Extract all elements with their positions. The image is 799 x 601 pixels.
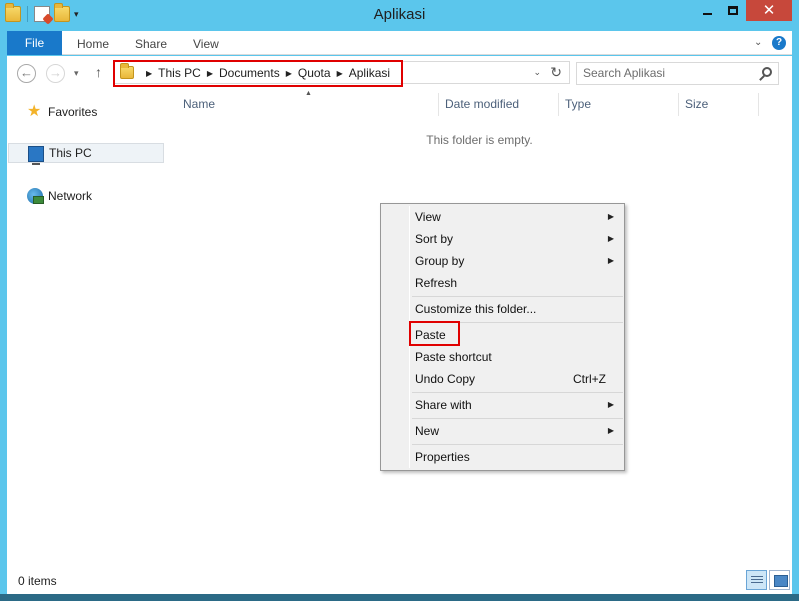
menu-item-label: Customize this folder... [415, 302, 537, 316]
computer-icon [28, 145, 44, 165]
column-headers: ▲ Name Date modified Type Size [167, 90, 759, 116]
menu-item-label: Undo Copy [415, 372, 476, 386]
menu-item-sort-by[interactable]: Sort by ▶ [411, 228, 624, 250]
window-title: Aplikasi [373, 6, 426, 23]
menu-item-label: Group by [415, 254, 465, 268]
column-header-name[interactable]: Name [177, 93, 439, 116]
menu-item-view[interactable]: View ▶ [411, 206, 624, 228]
forward-button[interactable]: → [46, 64, 65, 83]
search-input[interactable] [583, 66, 753, 80]
column-header-size[interactable]: Size [679, 93, 759, 116]
search-icon[interactable] [762, 67, 772, 77]
menu-item-properties[interactable]: Properties [411, 446, 624, 468]
close-icon: ✕ [762, 2, 776, 19]
menu-item-label: Sort by [415, 232, 454, 246]
window-controls: ✕ [694, 0, 792, 21]
submenu-arrow-icon: ▶ [607, 234, 614, 243]
nav-item-favorites[interactable]: ★ Favorites [8, 102, 164, 122]
status-bar: 0 items [7, 566, 792, 594]
menu-item-refresh[interactable]: Refresh [411, 272, 624, 294]
menu-separator [412, 444, 623, 445]
submenu-arrow-icon: ▶ [607, 426, 614, 435]
menu-item-paste-shortcut[interactable]: Paste shortcut [411, 346, 624, 368]
view-switcher [746, 570, 790, 590]
menu-item-group-by[interactable]: Group by ▶ [411, 250, 624, 272]
navigation-pane: ★ Favorites This PC Network [7, 90, 167, 566]
menu-item-label: Properties [415, 450, 470, 464]
tab-file[interactable]: File [7, 31, 62, 55]
menu-item-undo-copy[interactable]: Undo Copy Ctrl+Z [411, 368, 624, 390]
menu-item-customize-folder[interactable]: Customize this folder... [411, 298, 624, 320]
menu-item-label: Refresh [415, 276, 458, 290]
close-button[interactable]: ✕ [746, 0, 792, 21]
menu-separator [412, 296, 623, 297]
ribbon-controls: ⌄ ? [754, 36, 786, 50]
nav-item-this-pc[interactable]: This PC [8, 143, 164, 165]
network-icon [27, 188, 44, 204]
ribbon-tabs: File Home Share View ⌄ ? [7, 31, 792, 55]
address-dropdown-icon[interactable]: ⌄ [533, 67, 541, 78]
tab-home[interactable]: Home [77, 31, 109, 55]
recent-locations-dropdown-icon[interactable]: ▾ [74, 68, 79, 79]
submenu-arrow-icon: ▶ [607, 400, 614, 409]
paste-highlight [409, 321, 460, 346]
help-icon[interactable]: ? [772, 36, 786, 50]
menu-item-label: View [415, 210, 441, 224]
menu-item-label: Share with [415, 398, 472, 412]
nav-item-label: This PC [49, 146, 92, 160]
taskbar-edge [0, 594, 799, 601]
empty-folder-message: This folder is empty. [426, 133, 533, 147]
submenu-arrow-icon: ▶ [607, 212, 614, 221]
refresh-icon[interactable]: ↻ [550, 64, 562, 81]
nav-item-network[interactable]: Network [8, 186, 164, 206]
menu-item-share-with[interactable]: Share with ▶ [411, 394, 624, 416]
up-arrow-icon[interactable]: ↑ [95, 64, 102, 80]
back-button[interactable]: ← [17, 64, 36, 83]
maximize-icon [728, 6, 738, 15]
search-box[interactable] [576, 62, 779, 85]
address-bar-highlight [113, 60, 403, 87]
column-header-date-modified[interactable]: Date modified [439, 93, 559, 116]
menu-item-label: New [415, 424, 440, 438]
item-count: 0 items [18, 574, 57, 588]
star-icon: ★ [27, 103, 42, 120]
nav-item-label: Favorites [48, 105, 98, 119]
menu-item-label: Paste shortcut [415, 350, 492, 364]
submenu-arrow-icon: ▶ [607, 256, 614, 265]
title-bar[interactable]: ▾ Aplikasi ✕ [0, 0, 799, 31]
large-icons-view-button[interactable] [769, 570, 790, 590]
details-view-button[interactable] [746, 570, 767, 590]
minimize-button[interactable] [694, 0, 720, 21]
menu-separator [412, 392, 623, 393]
minimize-icon [702, 12, 712, 15]
menu-separator [412, 418, 623, 419]
expand-ribbon-chevron-icon[interactable]: ⌄ [754, 38, 764, 48]
menu-item-shortcut: Ctrl+Z [573, 372, 606, 386]
tab-share[interactable]: Share [135, 31, 167, 55]
maximize-button[interactable] [720, 0, 746, 21]
column-header-type[interactable]: Type [559, 93, 679, 116]
nav-item-label: Network [48, 189, 93, 203]
tab-view[interactable]: View [193, 31, 219, 55]
menu-item-new[interactable]: New ▶ [411, 420, 624, 442]
